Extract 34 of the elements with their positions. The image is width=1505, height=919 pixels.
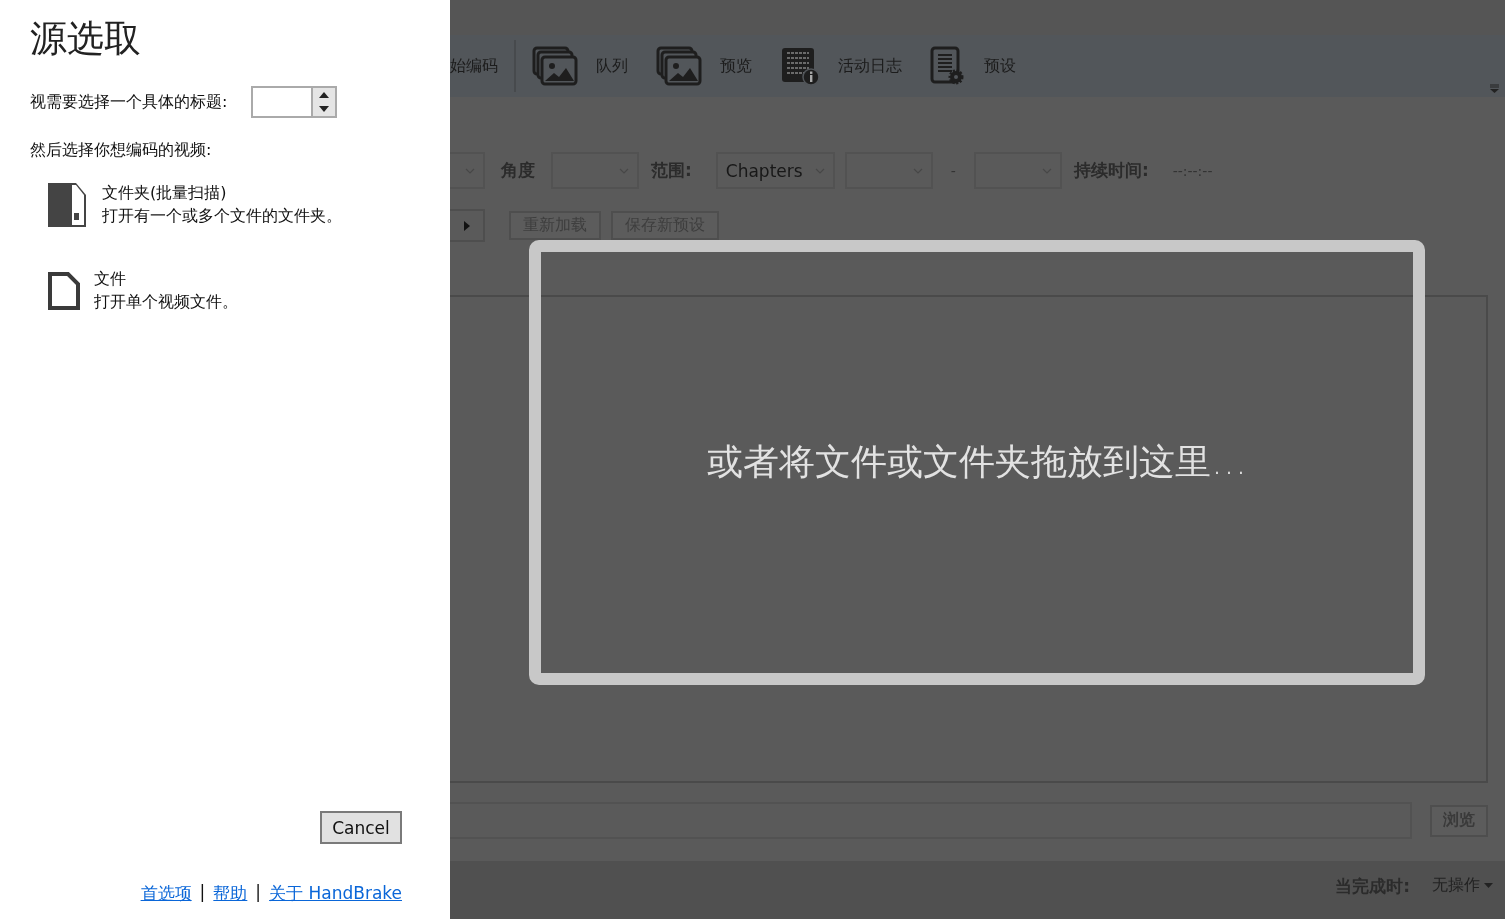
source-title[interactable]: 文件夹(批量扫描) [102,183,342,204]
toolbar-button[interactable]: 活动日志 [772,46,910,86]
caret-icon [1484,883,1493,888]
footer-link[interactable]: 首选项 [140,882,192,905]
source-description: 打开单个视频文件。 [94,292,238,313]
play-icon[interactable] [450,209,485,242]
dialog-title: 源选取 [30,16,142,62]
duration-value: --:--:-- [1172,162,1213,179]
toolbar-button[interactable]: 队列 [524,46,636,86]
link-separator: | [199,882,206,904]
range-dropdown[interactable]: Chapters [715,152,835,189]
overflow-icon[interactable] [1490,84,1499,93]
toolbar-label[interactable]: 始编码 [450,55,498,77]
dropdown[interactable] [450,152,485,189]
title-spinner[interactable] [251,86,338,118]
drop-hint: 或者将文件或文件夹拖放到这里… [707,440,1247,484]
folder-icon [48,183,88,227]
footer-link[interactable]: 关于 HandBrake [269,882,402,905]
source-description: 打开有一个或多个文件的文件夹。 [102,206,342,227]
cancel-button[interactable]: Cancel [320,811,402,844]
document-gear-icon [930,46,966,86]
link-separator: | [255,882,262,904]
log-info-icon [780,46,820,86]
drop-zone[interactable]: 或者将文件或文件夹拖放到这里… [529,240,1425,685]
toolbar-button[interactable]: 预览 [648,46,760,86]
file-icon [48,272,80,310]
footer-link[interactable]: 帮助 [213,882,248,905]
range-dash: - [950,162,956,179]
video-prompt: 然后选择你想编码的视频: [30,140,213,161]
toolbar-button[interactable]: 预设 [922,46,1024,86]
pictures-icon [656,46,702,86]
title-prompt: 视需要选择一个具体的标题: [30,91,228,113]
source-title[interactable]: 文件 [94,269,238,290]
pictures-icon [532,46,578,86]
